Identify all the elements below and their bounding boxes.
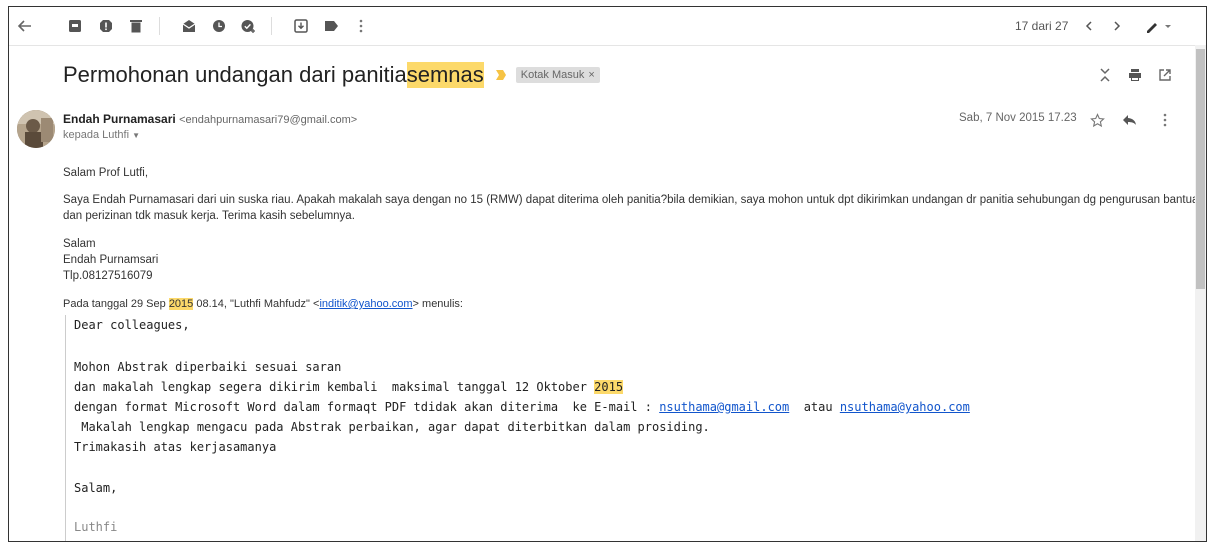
- quote-line-4-text: dengan format Microsoft Word dalam forma…: [74, 400, 660, 414]
- delete-icon[interactable]: [126, 16, 146, 36]
- quote-header: Pada tanggal 29 Sep 2015 08.14, "Luthfi …: [63, 296, 463, 312]
- more-vert-icon[interactable]: [351, 16, 371, 36]
- email-link-gmail[interactable]: nsuthama@gmail.com: [659, 400, 789, 414]
- label-chip-inbox[interactable]: Kotak Masuk ×: [515, 67, 600, 83]
- snooze-icon[interactable]: [209, 16, 229, 36]
- quote-line-3: dan makalah lengkap segera dikirim kemba…: [74, 377, 624, 397]
- message-counter: 17 dari 27: [1015, 19, 1069, 33]
- prev-icon[interactable]: [1079, 16, 1099, 36]
- move-to-icon[interactable]: [291, 16, 311, 36]
- sender-name[interactable]: Endah Purnamasari: [63, 112, 176, 126]
- quote-header-year: 2015: [168, 298, 194, 310]
- greeting: Salam Prof Lutfi,: [63, 167, 149, 179]
- recipient-text: kepada Luthfi: [63, 129, 130, 141]
- report-spam-icon[interactable]: [96, 16, 116, 36]
- star-icon[interactable]: [1087, 110, 1107, 130]
- body-line-1: Saya Endah Purnamasari dari uin suska ri…: [63, 194, 1205, 206]
- signature-line-1: Salam: [63, 238, 96, 250]
- subject-row: Permohonan undangan dari panitia semnas …: [63, 62, 600, 88]
- label-remove-icon[interactable]: ×: [588, 69, 594, 81]
- sender-line: Endah Purnamasari <endahpurnamasari79@gm…: [63, 112, 357, 126]
- quote-line-4: dengan format Microsoft Word dalam forma…: [74, 397, 970, 417]
- pen-icon[interactable]: [1141, 16, 1177, 36]
- importance-icon[interactable]: [494, 68, 508, 82]
- subject-text: Permohonan undangan dari panitia: [63, 62, 407, 87]
- quote-header-email-link[interactable]: inditik@yahoo.com: [319, 298, 412, 310]
- sender-avatar[interactable]: [17, 110, 55, 148]
- recipient-line[interactable]: kepada Luthfi ▼: [63, 129, 140, 141]
- mark-unread-icon[interactable]: [179, 16, 199, 36]
- print-icon[interactable]: [1125, 65, 1145, 85]
- quote-line-3-text: dan makalah lengkap segera dikirim kemba…: [74, 380, 595, 394]
- quote-line-8: Luthfi: [74, 520, 118, 534]
- collapse-all-icon[interactable]: [1095, 65, 1115, 85]
- quote-line-4-mid: atau: [789, 400, 840, 414]
- quote-line-2: Mohon Abstrak diperbaiki sesuai saran: [74, 360, 342, 374]
- reply-icon[interactable]: [1119, 110, 1139, 130]
- quote-line-3-year: 2015: [594, 380, 624, 394]
- label-chip-text: Kotak Masuk: [520, 69, 585, 81]
- next-icon[interactable]: [1107, 16, 1127, 36]
- message-date: Sab, 7 Nov 2015 17.23: [959, 112, 1077, 124]
- quote-header-before: Pada tanggal 29 Sep: [63, 298, 169, 310]
- quote-line-6: Trimakasih atas kerjasamanya: [74, 440, 277, 454]
- subject-highlight: semnas: [406, 62, 484, 88]
- email-view: 17 dari 27 Permohonan undangan dari pani…: [8, 6, 1207, 542]
- sender-email: <endahpurnamasari79@gmail.com>: [179, 114, 358, 126]
- show-details-icon[interactable]: ▼: [132, 131, 140, 140]
- labels-icon[interactable]: [321, 16, 341, 36]
- quote-line-7: Salam,: [74, 481, 118, 495]
- toolbar: 17 dari 27: [9, 7, 1206, 46]
- quote-line-1: Dear colleagues,: [74, 318, 190, 332]
- scrollbar-thumb[interactable]: [1196, 49, 1205, 289]
- quote-header-middle: 08.14, "Luthfi Mahfudz" <: [193, 298, 320, 310]
- open-new-window-icon[interactable]: [1155, 65, 1175, 85]
- add-task-icon[interactable]: [239, 16, 259, 36]
- signature-line-2: Endah Purnamsari: [63, 254, 159, 266]
- back-arrow-icon[interactable]: [15, 16, 35, 36]
- quote-line-5: Makalah lengkap mengacu pada Abstrak per…: [74, 420, 710, 434]
- quote-header-after: > menulis:: [412, 298, 463, 310]
- message-more-icon[interactable]: [1155, 110, 1175, 130]
- body-line-2: dan perizinan tdk masuk kerja. Terima ka…: [63, 210, 355, 222]
- quoted-message: Dear colleagues, Mohon Abstrak diperbaik…: [65, 315, 1074, 541]
- signature-line-3: Tlp.08127516079: [63, 270, 153, 282]
- archive-icon[interactable]: [65, 16, 85, 36]
- email-link-yahoo[interactable]: nsuthama@yahoo.com: [840, 400, 970, 414]
